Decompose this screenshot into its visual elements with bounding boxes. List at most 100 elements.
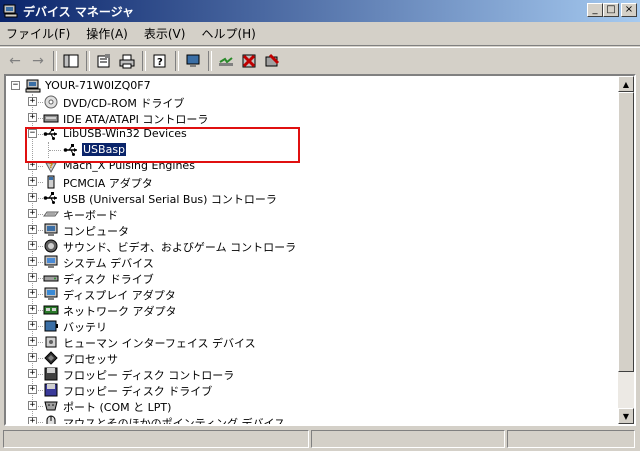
network-icon (43, 302, 59, 318)
cdrom-icon (43, 94, 59, 110)
tree-root-label: YOUR-71W0IZQ0F7 (45, 79, 151, 92)
monitor-icon (186, 54, 200, 67)
tree-item[interactable]: + ディスク ドライブ (6, 270, 606, 286)
title-bar: デバイス マネージャ _ □ × (0, 0, 640, 22)
tree-item[interactable]: + コンピュータ (6, 222, 606, 238)
floppy-controller-icon (43, 366, 59, 382)
uninstall-button[interactable] (261, 50, 283, 72)
expand-toggle[interactable]: + (28, 225, 37, 234)
tree-item-label: マウスとそのほかのポインティング デバイス (63, 417, 286, 424)
tree-item-label: ディスク ドライブ (63, 273, 154, 286)
menu-help[interactable]: ヘルプ(H) (201, 25, 255, 42)
tree-item-label: バッテリ (63, 321, 107, 334)
scan-hardware-button[interactable] (182, 50, 204, 72)
tree-item[interactable]: + サウンド、ビデオ、およびゲーム コントローラ (6, 238, 606, 254)
uninstall-icon (265, 53, 280, 66)
keyboard-icon (43, 206, 59, 222)
usb-icon (43, 190, 59, 206)
expand-toggle[interactable]: + (28, 321, 37, 330)
tree-item[interactable]: + キーボード (6, 206, 606, 222)
update-driver-button[interactable] (215, 50, 237, 72)
toolbar-separator (175, 50, 179, 71)
status-pane (3, 430, 309, 448)
toolbar-separator (142, 50, 146, 71)
tree-item[interactable]: + PCMCIA アダプタ (6, 174, 606, 190)
properties-button[interactable] (93, 50, 115, 72)
toolbar-separator (53, 50, 57, 71)
expand-toggle[interactable]: + (28, 337, 37, 346)
battery-icon (43, 318, 59, 334)
scroll-up-button[interactable]: ▲ (618, 76, 634, 92)
device-manager-icon (3, 3, 19, 19)
tree-item[interactable]: + フロッピー ディスク コントローラ (6, 366, 606, 382)
status-pane (311, 430, 505, 448)
tree-item[interactable]: + USB (Universal Serial Bus) コントローラ (6, 190, 606, 206)
expand-toggle[interactable]: + (28, 209, 37, 218)
computer-icon (25, 78, 41, 94)
expand-toggle[interactable]: + (28, 401, 37, 410)
maximize-button[interactable]: □ (603, 3, 619, 17)
expand-toggle[interactable]: + (28, 177, 37, 186)
tree-item-label: IDE ATA/ATAPI コントローラ (63, 113, 209, 126)
collapse-toggle[interactable]: − (11, 81, 20, 90)
scroll-down-button[interactable]: ▼ (618, 408, 634, 424)
tree-item-label: ネットワーク アダプタ (63, 305, 177, 318)
tree-item[interactable]: + ネットワーク アダプタ (6, 302, 606, 318)
tree-root[interactable]: − YOUR-71W0IZQ0F7 (6, 78, 406, 94)
expand-toggle[interactable]: + (28, 257, 37, 266)
menu-action[interactable]: 操作(A) (86, 25, 128, 42)
pcmcia-icon (43, 174, 59, 190)
tree-item[interactable]: + システム デバイス (6, 254, 606, 270)
expand-toggle[interactable]: + (28, 97, 37, 106)
hid-icon (43, 334, 59, 350)
forward-arrow-icon: → (32, 52, 44, 69)
tree-item[interactable]: + DVD/CD-ROM ドライブ (6, 94, 606, 110)
tree-item[interactable]: + ポート (COM と LPT) (6, 398, 606, 414)
help-button[interactable]: ? (149, 50, 171, 72)
expand-toggle[interactable]: + (28, 273, 37, 282)
expand-toggle[interactable]: + (28, 241, 37, 250)
tree-item[interactable]: + バッテリ (6, 318, 606, 334)
menu-bar: ファイル(F) 操作(A) 表示(V) ヘルプ(H) (0, 22, 640, 46)
forward-button[interactable]: → (27, 50, 49, 72)
expand-toggle[interactable]: + (28, 369, 37, 378)
print-button[interactable] (116, 50, 138, 72)
tree-item-label: フロッピー ディスク コントローラ (63, 369, 235, 382)
expand-toggle[interactable]: + (28, 305, 37, 314)
processor-icon (43, 350, 59, 366)
tree-item[interactable]: + IDE ATA/ATAPI コントローラ (6, 110, 606, 126)
tree-item-label: フロッピー ディスク ドライブ (63, 385, 213, 398)
tree-item-label: USB (Universal Serial Bus) コントローラ (63, 193, 277, 206)
device-tree[interactable]: − YOUR-71W0IZQ0F7 + DVD/CD-ROM ドライブ + IDE A… (4, 74, 636, 426)
scroll-thumb[interactable] (618, 92, 634, 372)
highlight-annotation (25, 127, 300, 163)
tree-item[interactable]: + マウスとそのほかのポインティング デバイス (6, 414, 606, 424)
minimize-button[interactable]: _ (587, 3, 603, 17)
window-title: デバイス マネージャ (23, 4, 134, 19)
expand-toggle[interactable]: + (28, 193, 37, 202)
menu-file[interactable]: ファイル(F) (6, 25, 70, 42)
expand-toggle[interactable]: + (28, 353, 37, 362)
back-button[interactable]: ← (4, 50, 26, 72)
tree-item-label: PCMCIA アダプタ (63, 177, 153, 190)
disable-device-button[interactable] (238, 50, 260, 72)
back-arrow-icon: ← (9, 52, 21, 69)
tree-item[interactable]: + ヒューマン インターフェイス デバイス (6, 334, 606, 350)
vertical-scrollbar[interactable]: ▲ ▼ (618, 76, 634, 424)
tree-item[interactable]: + プロセッサ (6, 350, 606, 366)
port-icon (43, 398, 59, 414)
mouse-icon (43, 414, 59, 424)
disk-icon (43, 270, 59, 286)
expand-toggle[interactable]: + (28, 385, 37, 394)
expand-toggle[interactable]: + (28, 417, 37, 424)
close-button[interactable]: × (621, 3, 637, 17)
expand-toggle[interactable]: + (28, 113, 37, 122)
properties-icon (97, 53, 110, 67)
tree-item-label: ポート (COM と LPT) (63, 401, 172, 414)
show-hide-tree-button[interactable] (60, 50, 82, 72)
system-icon (43, 254, 59, 270)
tree-item[interactable]: + フロッピー ディスク ドライブ (6, 382, 606, 398)
expand-toggle[interactable]: + (28, 289, 37, 298)
tree-item[interactable]: + ディスプレイ アダプタ (6, 286, 606, 302)
menu-view[interactable]: 表示(V) (144, 25, 186, 42)
